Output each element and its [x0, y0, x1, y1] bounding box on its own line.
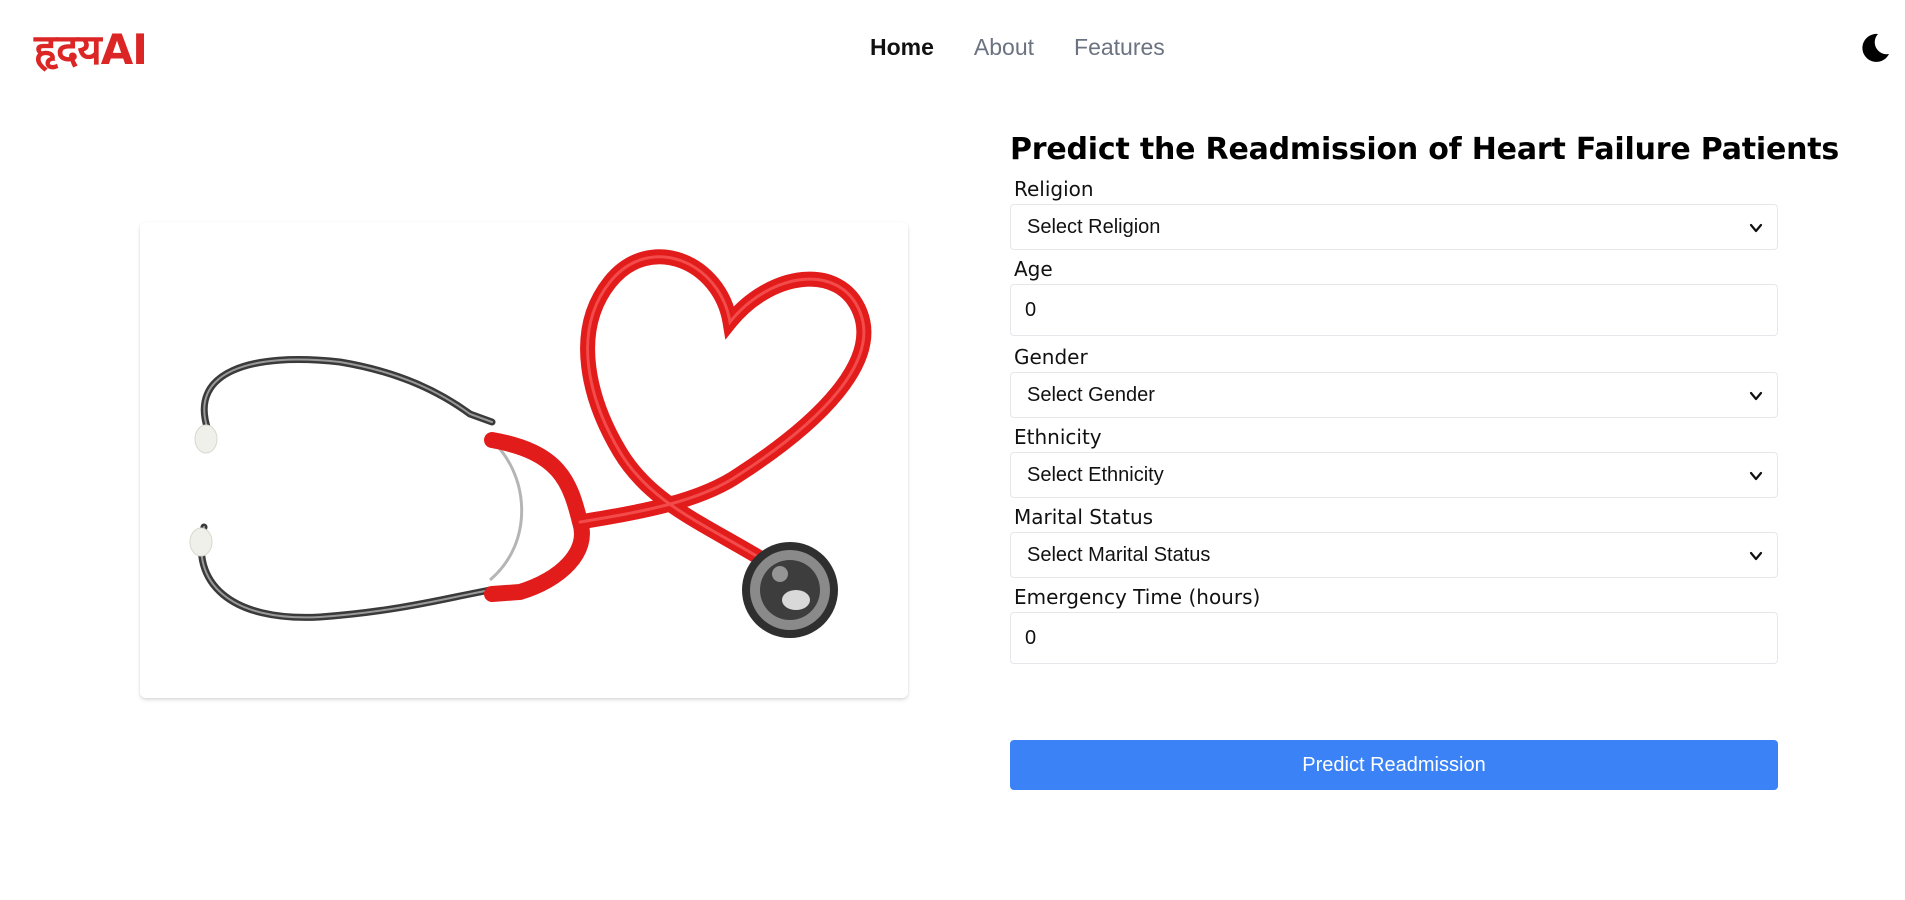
- marital-status-select-value: Select Marital Status: [1027, 544, 1211, 566]
- theme-toggle-button[interactable]: [1856, 30, 1892, 66]
- gender-select[interactable]: Select Gender: [1010, 372, 1778, 418]
- navbar: हृदयAI Home About Features: [0, 0, 1905, 100]
- predict-readmission-button[interactable]: Predict Readmission: [1010, 740, 1778, 790]
- ethnicity-label: Ethnicity: [1014, 425, 1102, 449]
- marital-status-label: Marital Status: [1014, 505, 1154, 529]
- emergency-time-label: Emergency Time (hours): [1014, 585, 1261, 609]
- moon-icon: [1862, 33, 1889, 62]
- chevron-down-icon: [1749, 471, 1763, 481]
- chevron-down-icon: [1749, 551, 1763, 561]
- emergency-time-input[interactable]: [1010, 612, 1778, 664]
- readmission-form: Predict the Readmission of Heart Failure…: [1010, 126, 1840, 664]
- gender-label: Gender: [1014, 345, 1088, 369]
- marital-status-select[interactable]: Select Marital Status: [1010, 532, 1778, 578]
- gender-select-value: Select Gender: [1027, 384, 1155, 406]
- ethnicity-select[interactable]: Select Ethnicity: [1010, 452, 1778, 498]
- brand-logo[interactable]: हृदयAI: [34, 22, 148, 78]
- religion-label: Religion: [1014, 177, 1094, 201]
- nav-item-features[interactable]: Features: [1074, 34, 1165, 61]
- brand-logo-text: हृदयAI: [34, 25, 148, 74]
- age-input[interactable]: [1010, 284, 1778, 336]
- age-label: Age: [1014, 257, 1053, 281]
- stethoscope-heart-image: [140, 222, 908, 698]
- nav-item-about[interactable]: About: [974, 34, 1034, 61]
- form-title: Predict the Readmission of Heart Failure…: [1010, 132, 1840, 167]
- nav-item-home[interactable]: Home: [870, 34, 934, 61]
- religion-select-value: Select Religion: [1027, 216, 1161, 238]
- chevron-down-icon: [1749, 223, 1763, 233]
- ethnicity-select-value: Select Ethnicity: [1027, 464, 1164, 486]
- stethoscope-illustration: [140, 222, 908, 698]
- nav-links: Home About Features: [870, 34, 1165, 61]
- religion-select[interactable]: Select Religion: [1010, 204, 1778, 250]
- chevron-down-icon: [1749, 391, 1763, 401]
